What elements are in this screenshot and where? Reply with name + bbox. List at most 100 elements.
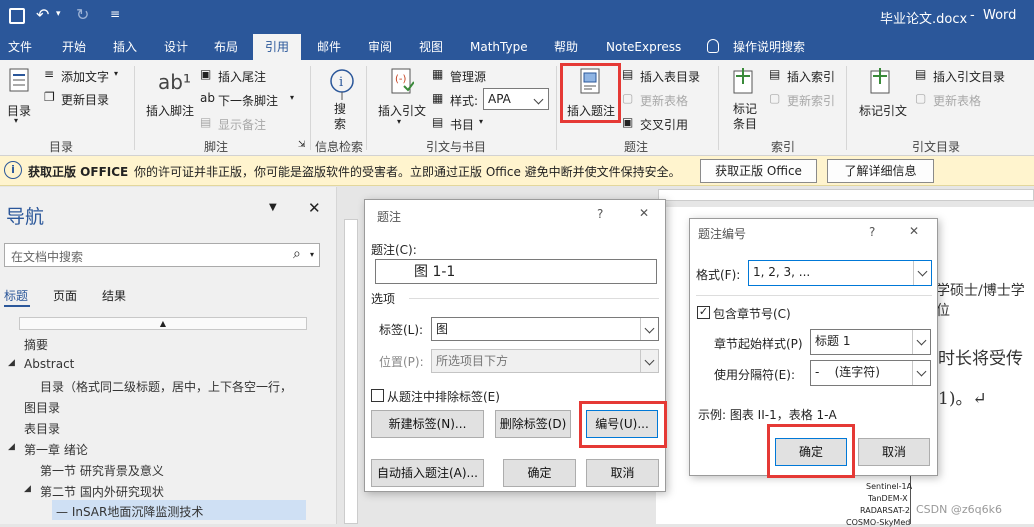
tab-file[interactable]: 文件 (8, 34, 32, 60)
mark-entry-icon[interactable] (733, 68, 755, 96)
caption-input[interactable]: 图 1-1 (375, 259, 657, 284)
collapse-arrow-icon[interactable]: ◢ (8, 442, 15, 452)
tab-layout[interactable]: 布局 (214, 34, 238, 60)
search-icon[interactable]: ⌕ (293, 246, 301, 262)
cancel-button[interactable]: 取消 (586, 459, 659, 487)
update-toc-button[interactable]: 更新目录 (61, 91, 109, 108)
learn-more-button[interactable]: 了解详细信息 (827, 159, 934, 183)
nav-options-icon[interactable]: ▼ (269, 202, 277, 213)
nav-tab-results[interactable]: 结果 (102, 287, 126, 304)
collapse-arrow-icon[interactable]: ◢ (8, 358, 15, 368)
title-separator: - (970, 8, 975, 23)
close-icon[interactable]: ✕ (909, 224, 919, 238)
chapter-style-dropdown[interactable]: 标题 1 (810, 329, 931, 355)
next-footnote-dropdown-icon[interactable]: ▾ (290, 93, 294, 102)
ok-button[interactable]: 确定 (503, 459, 576, 487)
update-table-button: 更新表格 (640, 94, 689, 108)
tab-home[interactable]: 开始 (62, 34, 86, 60)
add-text-button[interactable]: 添加文字 (61, 68, 109, 85)
nav-item[interactable]: 目录（格式同二级标题，居中，上下各空一行， (40, 378, 292, 395)
insert-footnote-button[interactable]: 插入脚注 (146, 102, 194, 119)
exclude-label-text[interactable]: 从题注中排除标签(E) (387, 388, 500, 405)
undo-icon[interactable]: ↶ (36, 5, 49, 24)
search-icon[interactable]: i (329, 68, 355, 100)
redo-icon[interactable]: ↻ (76, 5, 89, 24)
nav-scroll-up[interactable]: ▲ (19, 317, 307, 330)
citation-style-dropdown[interactable]: APA (483, 88, 549, 110)
include-chapter-text[interactable]: 包含章节号(C) (713, 305, 791, 322)
customize-qat-icon[interactable]: ≡ (110, 7, 120, 21)
include-chapter-checkbox[interactable]: ✓ (697, 306, 710, 319)
nav-item[interactable]: Abstract (24, 357, 74, 371)
autocaption-button[interactable]: 自动插入题注(A)... (371, 459, 484, 487)
format-value: 1, 2, 3, ... (753, 265, 811, 279)
insert-citation-button[interactable]: 插入引文 (378, 102, 426, 119)
collapse-arrow-icon[interactable]: ◢ (24, 484, 31, 494)
insert-authorities-button[interactable]: 插入引文目录 (933, 68, 1005, 85)
format-dropdown[interactable]: 1, 2, 3, ... (748, 260, 932, 286)
help-icon[interactable]: ? (597, 207, 603, 221)
close-icon[interactable]: ✕ (308, 199, 321, 217)
table-of-contents-icon[interactable] (9, 68, 31, 94)
exclude-label-checkbox[interactable] (371, 389, 384, 402)
caption-dialog: 题注 ? ✕ 题注(C): 图 1-1 选项 标签(L): 图 位置(P): 所… (364, 199, 667, 492)
nav-item[interactable]: 第一章 绪论 (24, 441, 88, 458)
style-icon: ▦ (432, 91, 444, 105)
next-footnote-button[interactable]: 下一条脚注 (218, 92, 278, 109)
tab-references[interactable]: 引用 (253, 34, 302, 60)
mark-entry-button[interactable]: 标记条目 (733, 102, 759, 132)
new-label-button[interactable]: 新建标签(N)... (371, 410, 484, 438)
insert-table-of-figures-button[interactable]: 插入表目录 (640, 68, 700, 85)
nav-search-input[interactable]: 在文档中搜索 (11, 248, 83, 265)
tab-mailings[interactable]: 邮件 (317, 34, 341, 60)
bibliography-dropdown-icon[interactable]: ▾ (479, 117, 483, 126)
add-text-dropdown-icon[interactable]: ▾ (114, 69, 118, 78)
get-genuine-button[interactable]: 获取正版 Office (700, 159, 817, 183)
tab-design[interactable]: 设计 (164, 34, 188, 60)
insert-index-button[interactable]: 插入索引 (787, 68, 835, 85)
close-icon[interactable]: ✕ (639, 206, 649, 220)
mark-citation-button[interactable]: 标记引文 (859, 102, 907, 119)
cross-reference-button[interactable]: 交叉引用 (640, 116, 688, 133)
mark-citation-icon[interactable] (870, 68, 892, 96)
toc-dropdown-icon[interactable]: ▾ (14, 116, 18, 125)
manage-sources-button[interactable]: 管理源 (450, 68, 486, 85)
insert-citation-dropdown-icon[interactable]: ▾ (397, 117, 401, 126)
group-separator (310, 66, 311, 150)
label-dropdown[interactable]: 图 (431, 317, 659, 341)
numbering-cancel-button[interactable]: 取消 (858, 438, 930, 466)
footnote-launcher-icon[interactable]: ⇲ (298, 140, 306, 150)
update-index-button: 更新索引 (787, 94, 836, 108)
undo-dropdown-icon[interactable]: ▾ (56, 9, 61, 19)
divider (696, 295, 932, 296)
tab-insert[interactable]: 插入 (113, 34, 137, 60)
smart-lookup-button[interactable]: 搜索 (334, 102, 346, 132)
search-dropdown-icon[interactable]: ▾ (310, 250, 314, 259)
figure-label: RADARSAT-2 (860, 506, 910, 515)
insert-endnote-button[interactable]: 插入尾注 (218, 68, 266, 85)
tell-me-search[interactable]: 操作说明搜索 (733, 34, 805, 60)
tab-review[interactable]: 审阅 (368, 34, 392, 60)
bibliography-button[interactable]: 书目 (450, 116, 474, 133)
insert-citation-icon[interactable]: (-) (390, 68, 414, 96)
separator-dropdown[interactable]: - (连字符) (810, 360, 931, 386)
nav-tab-headings[interactable]: 标题 (4, 287, 28, 304)
nav-item[interactable]: 摘要 (24, 336, 48, 353)
nav-tab-pages[interactable]: 页面 (53, 287, 77, 304)
doc-text: 时长将受传 (938, 349, 1023, 369)
toc-button-label[interactable]: 目录 (7, 102, 31, 119)
tab-mathtype[interactable]: MathType (470, 34, 528, 60)
nav-item[interactable]: 第二节 国内外研究现状 (40, 483, 164, 500)
tab-noteexpress[interactable]: NoteExpress (606, 34, 681, 60)
nav-item[interactable]: 表目录 (24, 420, 60, 437)
nav-item[interactable]: — InSAR地面沉降监测技术 (56, 503, 203, 520)
nav-search-box[interactable]: 在文档中搜索 ⌕ ▾ (4, 243, 320, 267)
save-icon[interactable] (9, 8, 25, 24)
delete-label-button[interactable]: 删除标签(D) (495, 410, 571, 438)
tab-help[interactable]: 帮助 (554, 34, 578, 60)
nav-item[interactable]: 第一节 研究背景及意义 (40, 462, 164, 479)
help-icon[interactable]: ? (869, 225, 875, 239)
navigation-pane: 导航 ▼ ✕ 在文档中搜索 ⌕ ▾ 标题 页面 结果 ▲ 摘要 ◢ Abstra… (0, 187, 337, 524)
nav-item[interactable]: 图目录 (24, 399, 60, 416)
tab-view[interactable]: 视图 (419, 34, 443, 60)
